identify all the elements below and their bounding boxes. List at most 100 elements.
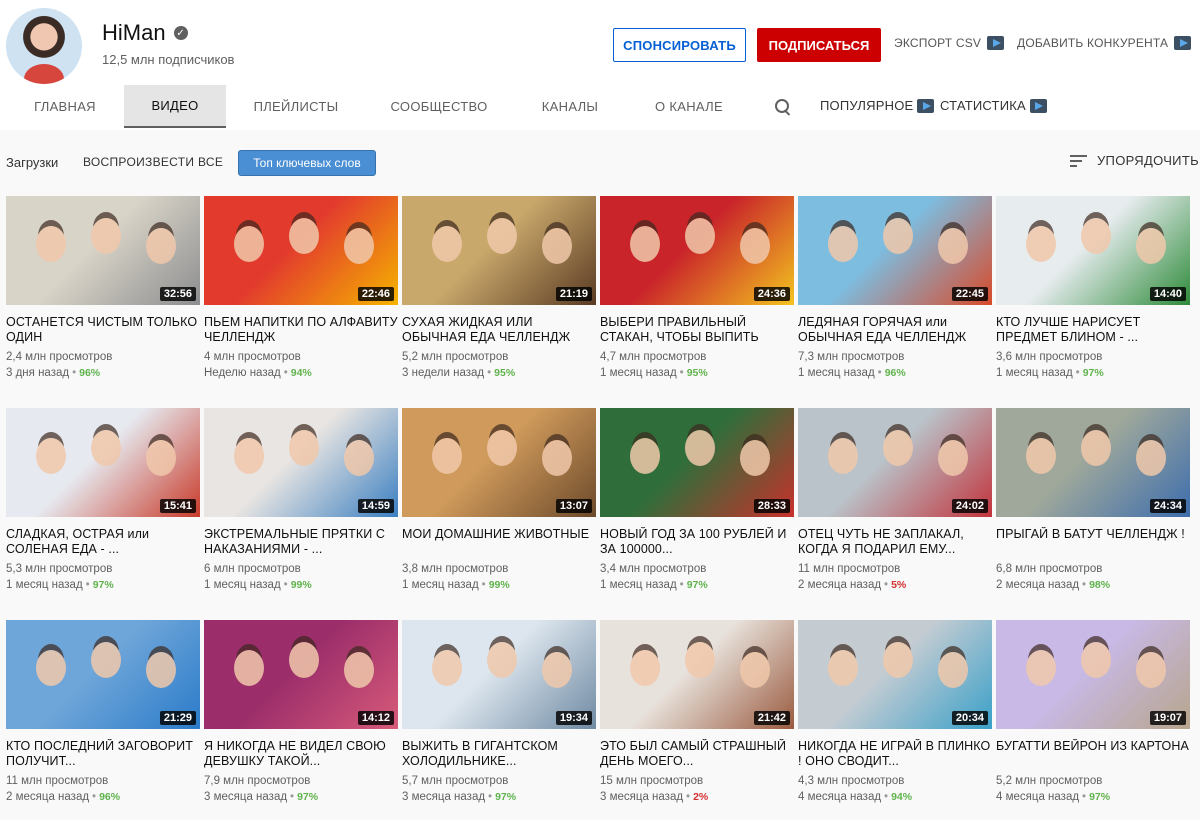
video-card[interactable]: 14:40 КТО ЛУЧШЕ НАРИСУЕТ ПРЕДМЕТ БЛИНОМ -… [996, 196, 1190, 381]
video-thumbnail[interactable]: 20:34 [798, 620, 992, 729]
video-title[interactable]: ПРЫГАЙ В БАТУТ ЧЕЛЛЕНДЖ ! [996, 527, 1190, 557]
vidiq-play-icon [987, 36, 1005, 50]
video-title[interactable]: ВЫЖИТЬ В ГИГАНТСКОМ ХОЛОДИЛЬНИКЕ... [402, 739, 596, 769]
video-title[interactable]: ВЫБЕРИ ПРАВИЛЬНЫЙ СТАКАН, ЧТОБЫ ВЫПИТЬ [600, 315, 794, 345]
sort-icon [1070, 154, 1087, 167]
like-ratio: 94% [290, 367, 312, 379]
video-views: 3,8 млн просмотров [402, 563, 509, 575]
video-title[interactable]: ЭКСТРЕМАЛЬНЫЕ ПРЯТКИ С НАКАЗАНИЯМИ - ... [204, 527, 398, 557]
video-title[interactable]: МОИ ДОМАШНИЕ ЖИВОТНЫЕ [402, 527, 596, 557]
video-age-row: 2 месяца назад • 98% [996, 577, 1190, 593]
video-age: 1 месяц назад [6, 579, 83, 591]
video-card[interactable]: 15:41 СЛАДКАЯ, ОСТРАЯ или СОЛЕНАЯ ЕДА - .… [6, 408, 200, 593]
channel-name[interactable]: HiMan ✓ [102, 20, 188, 46]
video-card[interactable]: 28:33 НОВЫЙ ГОД ЗА 100 РУБЛЕЙ И ЗА 100000… [600, 408, 794, 593]
video-thumbnail[interactable]: 15:41 [6, 408, 200, 517]
video-age-row: 1 месяц назад • 99% [402, 577, 596, 593]
sort-label: УПОРЯДОЧИТЬ [1097, 153, 1199, 168]
video-thumbnail[interactable]: 32:56 [6, 196, 200, 305]
video-card[interactable]: 14:59 ЭКСТРЕМАЛЬНЫЕ ПРЯТКИ С НАКАЗАНИЯМИ … [204, 408, 398, 593]
video-card[interactable]: 20:34 НИКОГДА НЕ ИГРАЙ В ПЛИНКО ! ОНО СВО… [798, 620, 992, 805]
video-card[interactable]: 14:12 Я НИКОГДА НЕ ВИДЕЛ СВОЮ ДЕВУШКУ ТАК… [204, 620, 398, 805]
top-keywords-button[interactable]: Топ ключевых слов [238, 150, 376, 176]
tab-videos[interactable]: ВИДЕО [124, 85, 226, 128]
video-age-row: Неделю назад • 94% [204, 365, 398, 381]
video-card[interactable]: 24:36 ВЫБЕРИ ПРАВИЛЬНЫЙ СТАКАН, ЧТОБЫ ВЫП… [600, 196, 794, 381]
tab-playlists[interactable]: ПЛЕЙЛИСТЫ [226, 85, 366, 128]
video-title[interactable]: СЛАДКАЯ, ОСТРАЯ или СОЛЕНАЯ ЕДА - ... [6, 527, 200, 557]
video-title[interactable]: ЭТО БЫЛ САМЫЙ СТРАШНЫЙ ДЕНЬ МОЕГО... [600, 739, 794, 769]
video-card[interactable]: 22:45 ЛЕДЯНАЯ ГОРЯЧАЯ или ОБЫЧНАЯ ЕДА ЧЕЛ… [798, 196, 992, 381]
video-thumbnail[interactable]: 14:40 [996, 196, 1190, 305]
tab-popular[interactable]: ПОПУЛЯРНОЕ [820, 98, 935, 113]
video-thumbnail[interactable]: 24:34 [996, 408, 1190, 517]
video-title[interactable]: ПЬЕМ НАПИТКИ ПО АЛФАВИТУ ЧЕЛЛЕНДЖ [204, 315, 398, 345]
video-age-row: 1 месяц назад • 97% [600, 577, 794, 593]
video-thumbnail[interactable]: 21:29 [6, 620, 200, 729]
export-csv-link[interactable]: ЭКСПОРТ CSV [894, 36, 1005, 50]
video-card[interactable]: 21:29 КТО ПОСЛЕДНИЙ ЗАГОВОРИТ ПОЛУЧИТ... 1… [6, 620, 200, 805]
video-title[interactable]: КТО ПОСЛЕДНИЙ ЗАГОВОРИТ ПОЛУЧИТ... [6, 739, 200, 769]
separator-dot: • [290, 791, 295, 803]
video-age: 4 месяца назад [798, 791, 882, 803]
search-icon[interactable] [775, 99, 791, 115]
video-views: 5,3 млн просмотров [6, 563, 113, 575]
video-title[interactable]: НОВЫЙ ГОД ЗА 100 РУБЛЕЙ И ЗА 100000... [600, 527, 794, 557]
video-thumbnail[interactable]: 22:46 [204, 196, 398, 305]
video-card[interactable]: 19:07 БУГАТТИ ВЕЙРОН ИЗ КАРТОНА 5,2 млн пр… [996, 620, 1190, 805]
video-title[interactable]: БУГАТТИ ВЕЙРОН ИЗ КАРТОНА [996, 739, 1190, 769]
sort-button[interactable]: УПОРЯДОЧИТЬ [1070, 153, 1199, 168]
video-thumbnail[interactable]: 13:07 [402, 408, 596, 517]
video-duration: 15:41 [159, 499, 196, 513]
channel-tabs: ГЛАВНАЯ ВИДЕО ПЛЕЙЛИСТЫ СООБЩЕСТВО КАНАЛ… [0, 85, 1200, 130]
video-thumbnail[interactable]: 19:07 [996, 620, 1190, 729]
video-thumbnail[interactable]: 14:59 [204, 408, 398, 517]
video-title[interactable]: ОСТАНЕТСЯ ЧИСТЫМ ТОЛЬКО ОДИН [6, 315, 200, 345]
video-card[interactable]: 24:02 ОТЕЦ ЧУТЬ НЕ ЗАПЛАКАЛ, КОГДА Я ПОДА… [798, 408, 992, 593]
video-thumbnail[interactable]: 24:02 [798, 408, 992, 517]
video-age: 2 месяца назад [798, 579, 882, 591]
video-thumbnail[interactable]: 22:45 [798, 196, 992, 305]
separator-dot: • [283, 367, 288, 379]
video-card[interactable]: 24:34 ПРЫГАЙ В БАТУТ ЧЕЛЛЕНДЖ ! 6,8 млн пр… [996, 408, 1190, 593]
vidiq-play-icon [1029, 98, 1047, 113]
video-thumbnail[interactable]: 21:42 [600, 620, 794, 729]
video-card[interactable]: 32:56 ОСТАНЕТСЯ ЧИСТЫМ ТОЛЬКО ОДИН 2,4 млн… [6, 196, 200, 381]
like-ratio: 97% [495, 791, 517, 803]
video-thumbnail[interactable]: 21:19 [402, 196, 596, 305]
video-card[interactable]: 22:46 ПЬЕМ НАПИТКИ ПО АЛФАВИТУ ЧЕЛЛЕНДЖ 4 … [204, 196, 398, 381]
video-title[interactable]: СУХАЯ ЖИДКАЯ ИЛИ ОБЫЧНАЯ ЕДА ЧЕЛЛЕНДЖ [402, 315, 596, 345]
separator-dot: • [884, 791, 889, 803]
like-ratio: 96% [79, 367, 101, 379]
play-all-button[interactable]: ВОСПРОИЗВЕСТИ ВСЕ [83, 155, 223, 169]
tab-channels[interactable]: КАНАЛЫ [512, 85, 628, 128]
video-card[interactable]: 21:19 СУХАЯ ЖИДКАЯ ИЛИ ОБЫЧНАЯ ЕДА ЧЕЛЛЕН… [402, 196, 596, 381]
add-competitor-link[interactable]: ДОБАВИТЬ КОНКУРЕНТА [1017, 36, 1192, 50]
channel-avatar[interactable] [6, 8, 82, 84]
video-title[interactable]: ЛЕДЯНАЯ ГОРЯЧАЯ или ОБЫЧНАЯ ЕДА ЧЕЛЛЕНДЖ [798, 315, 992, 345]
tab-popular-label: ПОПУЛЯРНОЕ [820, 98, 914, 113]
video-title[interactable]: Я НИКОГДА НЕ ВИДЕЛ СВОЮ ДЕВУШКУ ТАКОЙ... [204, 739, 398, 769]
video-title[interactable]: НИКОГДА НЕ ИГРАЙ В ПЛИНКО ! ОНО СВОДИТ..… [798, 739, 992, 769]
video-age: 3 недели назад [402, 367, 485, 379]
subscribe-button[interactable]: ПОДПИСАТЬСЯ [757, 28, 881, 62]
tab-home[interactable]: ГЛАВНАЯ [6, 85, 124, 128]
video-card[interactable]: 21:42 ЭТО БЫЛ САМЫЙ СТРАШНЫЙ ДЕНЬ МОЕГО..… [600, 620, 794, 805]
sponsor-button[interactable]: СПОНСИРОВАТЬ [613, 28, 746, 62]
video-thumbnail[interactable]: 14:12 [204, 620, 398, 729]
video-age: 1 месяц назад [798, 367, 875, 379]
video-duration: 32:56 [159, 287, 196, 301]
video-thumbnail[interactable]: 24:36 [600, 196, 794, 305]
video-title[interactable]: КТО ЛУЧШЕ НАРИСУЕТ ПРЕДМЕТ БЛИНОМ - ... [996, 315, 1190, 345]
video-card[interactable]: 19:34 ВЫЖИТЬ В ГИГАНТСКОМ ХОЛОДИЛЬНИКЕ...… [402, 620, 596, 805]
video-thumbnail[interactable]: 19:34 [402, 620, 596, 729]
video-thumbnail[interactable]: 28:33 [600, 408, 794, 517]
tab-stats[interactable]: СТАТИСТИКА [940, 98, 1047, 113]
video-card[interactable]: 13:07 МОИ ДОМАШНИЕ ЖИВОТНЫЕ 3,8 млн просмо… [402, 408, 596, 593]
tab-about[interactable]: О КАНАЛЕ [628, 85, 750, 128]
video-title[interactable]: ОТЕЦ ЧУТЬ НЕ ЗАПЛАКАЛ, КОГДА Я ПОДАРИЛ Е… [798, 527, 992, 557]
separator-dot: • [283, 579, 288, 591]
channel-name-text: HiMan [102, 20, 166, 45]
video-views: 7,3 млн просмотров [798, 351, 905, 363]
tab-community[interactable]: СООБЩЕСТВО [366, 85, 512, 128]
